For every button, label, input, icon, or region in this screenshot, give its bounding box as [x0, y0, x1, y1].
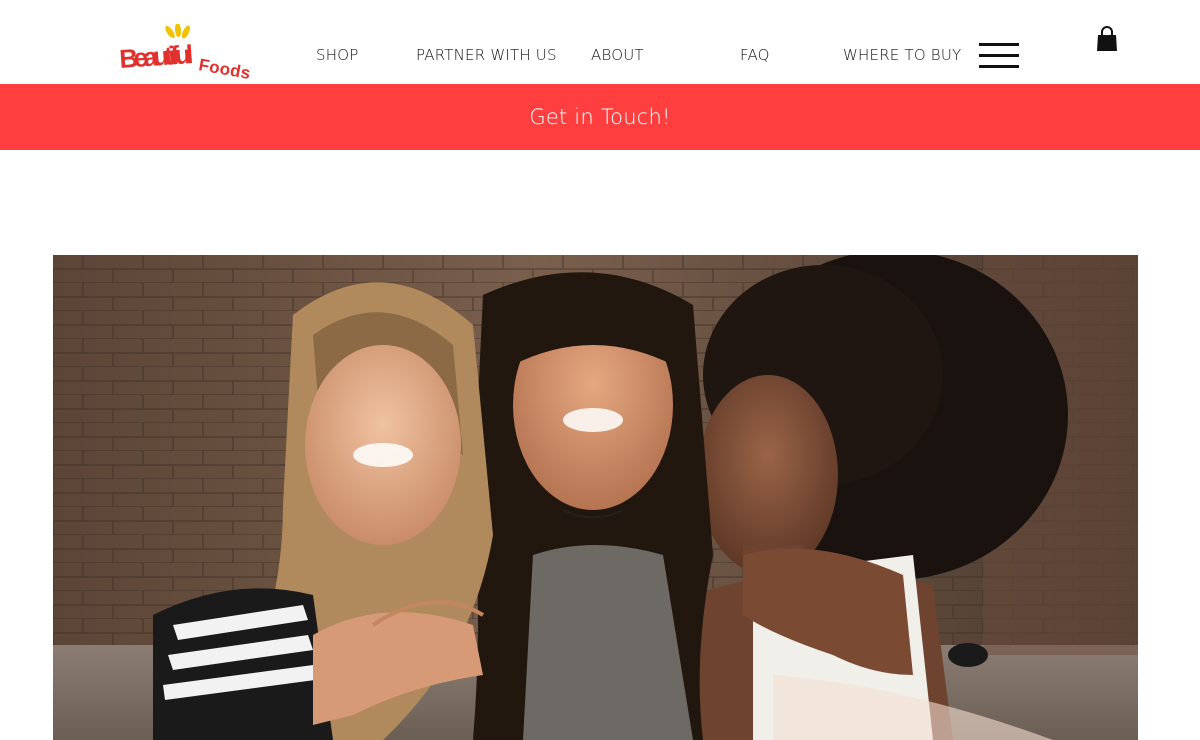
get-in-touch-link[interactable]: Get in Touch! [529, 105, 670, 129]
nav-faq[interactable]: FAQ [740, 46, 770, 64]
logo-graphic: Beautiful Foods [118, 24, 252, 80]
nav-partner-with-us[interactable]: PARTNER WITH US [416, 46, 557, 64]
svg-text:Foods: Foods [197, 55, 252, 80]
svg-text:Beautiful: Beautiful [118, 39, 194, 74]
site-header: Beautiful Foods SHOP PARTNER WITH US ABO… [0, 0, 1200, 84]
hamburger-menu-icon[interactable] [979, 43, 1019, 70]
nav-where-to-buy[interactable]: WHERE TO BUY [843, 46, 961, 64]
nav-shop[interactable]: SHOP [316, 46, 358, 64]
brand-logo[interactable]: Beautiful Foods [118, 24, 254, 80]
nav-about[interactable]: ABOUT [591, 46, 644, 64]
contact-banner: Get in Touch! [0, 84, 1200, 150]
shopping-bag-icon[interactable] [1096, 26, 1118, 52]
hero-image [53, 255, 1138, 740]
